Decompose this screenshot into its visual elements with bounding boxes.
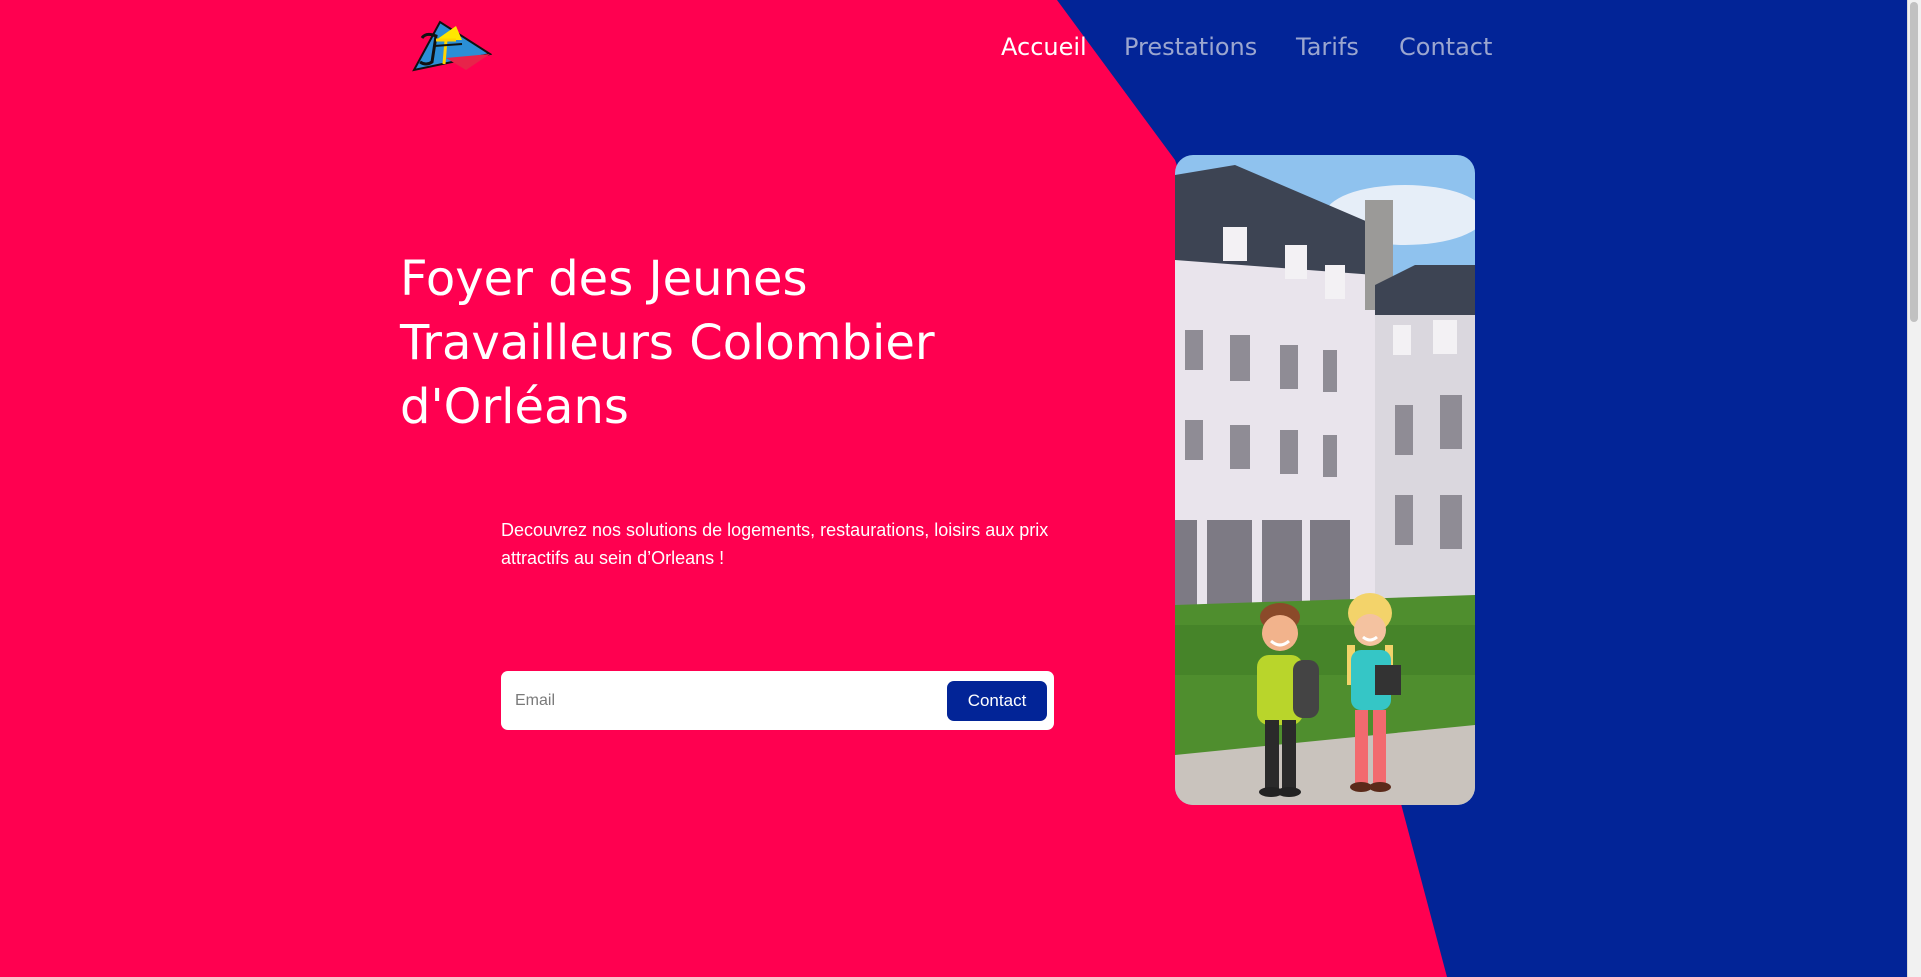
email-input[interactable] bbox=[513, 681, 937, 721]
nav-contact[interactable]: Contact bbox=[1399, 33, 1492, 61]
contact-form: Contact bbox=[501, 671, 1054, 730]
title-line-1: Foyer des Jeunes bbox=[400, 251, 808, 307]
hero-background bbox=[0, 0, 1921, 977]
title-line-2: Travailleurs Colombier bbox=[400, 315, 935, 371]
nav-tarifs[interactable]: Tarifs bbox=[1296, 33, 1359, 61]
page-title: Foyer des Jeunes Travailleurs Colombier … bbox=[400, 247, 1020, 439]
scrollbar-thumb[interactable] bbox=[1910, 2, 1918, 322]
hero-photo bbox=[1175, 155, 1475, 805]
fjt-triangle-logo-icon bbox=[412, 20, 493, 72]
site-logo[interactable] bbox=[406, 18, 493, 76]
tagline-line-2: attractifs au sein d’Orleans ! bbox=[501, 548, 725, 568]
contact-button[interactable]: Contact bbox=[947, 681, 1047, 721]
nav-prestations[interactable]: Prestations bbox=[1124, 33, 1257, 61]
hero-tagline: Decouvrez nos solutions de logements, re… bbox=[501, 516, 1081, 572]
title-line-3: d'Orléans bbox=[400, 379, 629, 435]
nav-accueil[interactable]: Accueil bbox=[1001, 33, 1087, 61]
page-scrollbar[interactable] bbox=[1907, 0, 1921, 977]
building-with-students-illustration-icon bbox=[1175, 155, 1475, 805]
tagline-line-1: Decouvrez nos solutions de logements, re… bbox=[501, 520, 1049, 540]
